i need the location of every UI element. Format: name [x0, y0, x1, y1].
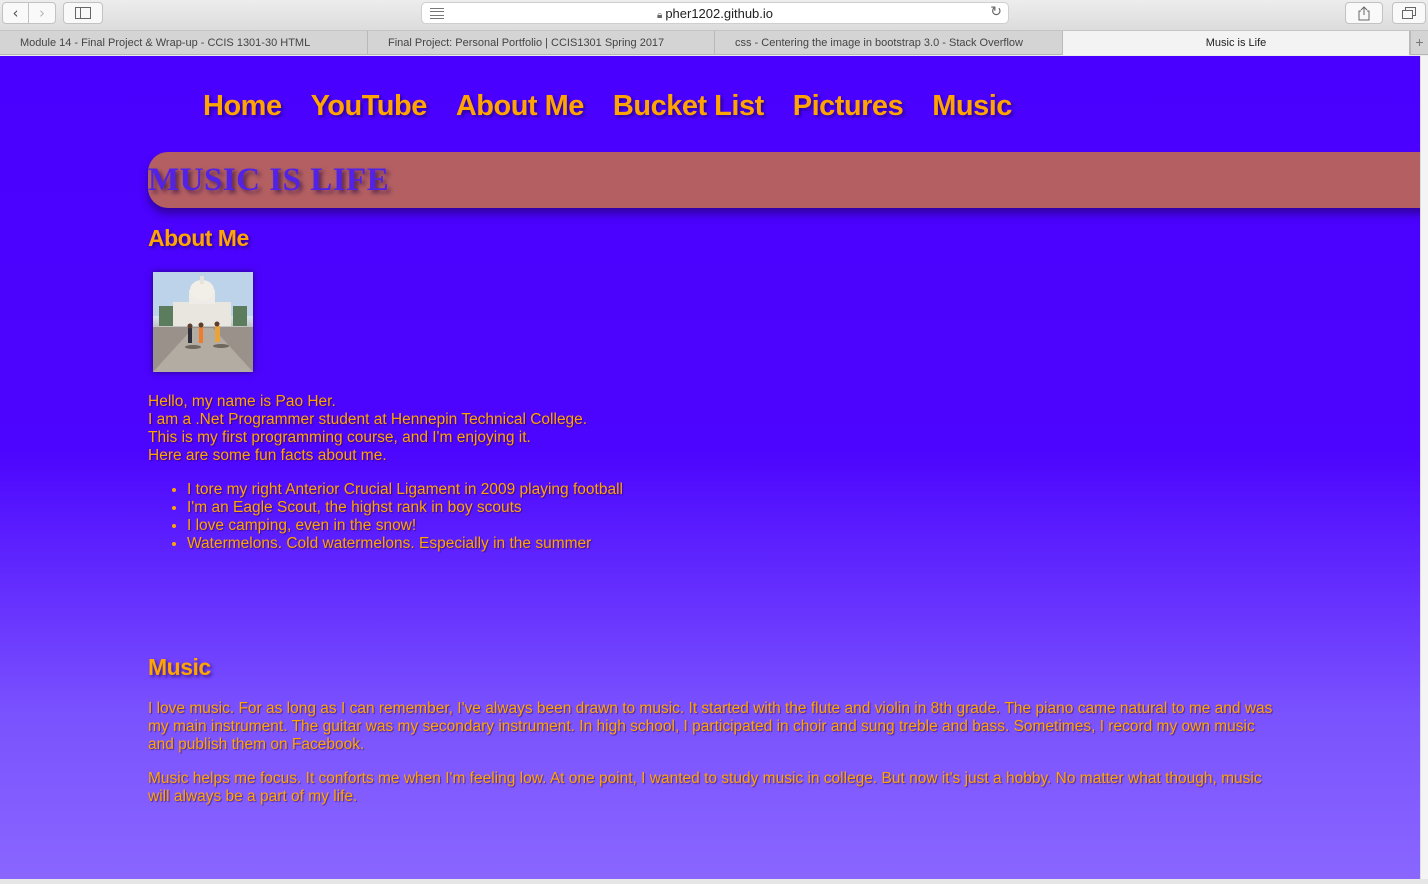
address-bar[interactable]: 🔒︎ pher1202.github.io ↻ — [421, 2, 1009, 24]
tab-label: css - Centering the image in bootstrap 3… — [735, 37, 1023, 49]
chevron-right-icon: › — [39, 4, 45, 22]
chevron-left-icon: ‹ — [12, 4, 19, 22]
share-icon — [1358, 5, 1370, 20]
nav-link-about-me[interactable]: About Me — [456, 90, 585, 123]
about-heading: About Me — [148, 225, 249, 251]
nav-link-youtube[interactable]: YouTube — [311, 90, 428, 123]
tab-label: Module 14 - Final Project & Wrap-up - CC… — [20, 37, 311, 49]
list-item: I tore my right Anterior Crucial Ligamen… — [187, 481, 623, 499]
vertical-scrollbar[interactable] — [1420, 56, 1428, 879]
back-button[interactable]: ‹ — [2, 2, 29, 24]
list-item: I love camping, even in the snow! — [187, 517, 623, 535]
tab-final-project[interactable]: Final Project: Personal Portfolio | CCIS… — [368, 31, 715, 55]
sidebar-toggle-button[interactable] — [63, 2, 103, 24]
music-heading: Music — [148, 654, 211, 680]
reload-icon[interactable]: ↻ — [990, 4, 1002, 20]
fun-facts-list: I tore my right Anterior Crucial Ligamen… — [187, 481, 623, 553]
plus-icon: + — [1415, 34, 1424, 50]
tab-stack-overflow[interactable]: css - Centering the image in bootstrap 3… — [715, 31, 1063, 55]
about-intro: Hello, my name is Pao Her. I am a .Net P… — [148, 393, 587, 465]
window-bottom-edge — [0, 879, 1428, 884]
nav-link-bucket-list[interactable]: Bucket List — [613, 90, 764, 123]
forward-button[interactable]: › — [29, 2, 56, 24]
tab-bar: Module 14 - Final Project & Wrap-up - CC… — [0, 31, 1428, 55]
new-tab-button[interactable]: + — [1410, 31, 1428, 55]
nav-link-pictures[interactable]: Pictures — [793, 90, 904, 123]
sidebar-icon — [75, 7, 91, 19]
url-text: pher1202.github.io — [665, 6, 774, 21]
intro-line: This is my first programming course, and… — [148, 429, 531, 446]
list-item: Watermelons. Cold watermelons. Especiall… — [187, 535, 623, 553]
tab-label: Music is Life — [1205, 37, 1267, 49]
web-page: Home YouTube About Me Bucket List Pictur… — [0, 56, 1420, 879]
profile-photo — [153, 272, 253, 372]
site-nav: Home YouTube About Me Bucket List Pictur… — [203, 90, 1012, 123]
nav-link-music[interactable]: Music — [932, 90, 1012, 123]
history-nav: ‹ › — [2, 2, 56, 24]
lock-icon: 🔒︎ — [656, 10, 663, 21]
page-title: MUSIC IS LIFE — [148, 162, 390, 198]
intro-line: I am a .Net Programmer student at Hennep… — [148, 411, 588, 428]
url-display: 🔒︎ pher1202.github.io — [422, 6, 1008, 21]
tab-music-is-life[interactable]: Music is Life — [1063, 31, 1410, 55]
music-paragraph: I love music. For as long as I can remem… — [148, 700, 1273, 753]
tabs-overview-button[interactable] — [1392, 2, 1426, 24]
tab-module-14[interactable]: Module 14 - Final Project & Wrap-up - CC… — [0, 31, 368, 55]
share-button[interactable] — [1345, 2, 1383, 24]
nav-link-home[interactable]: Home — [203, 90, 282, 123]
list-item: I'm an Eagle Scout, the highst rank in b… — [187, 499, 623, 517]
browser-toolbar: ‹ › 🔒︎ pher1202.github.io ↻ — [0, 0, 1428, 31]
intro-line: Here are some fun facts about me. — [148, 447, 387, 464]
intro-line: Hello, my name is Pao Her. — [148, 393, 336, 410]
tab-label: Final Project: Personal Portfolio | CCIS… — [388, 37, 665, 49]
music-paragraph: Music helps me focus. It conforts me whe… — [148, 770, 1262, 805]
tabs-overview-icon — [1402, 7, 1416, 19]
page-banner: MUSIC IS LIFE — [148, 152, 1420, 208]
